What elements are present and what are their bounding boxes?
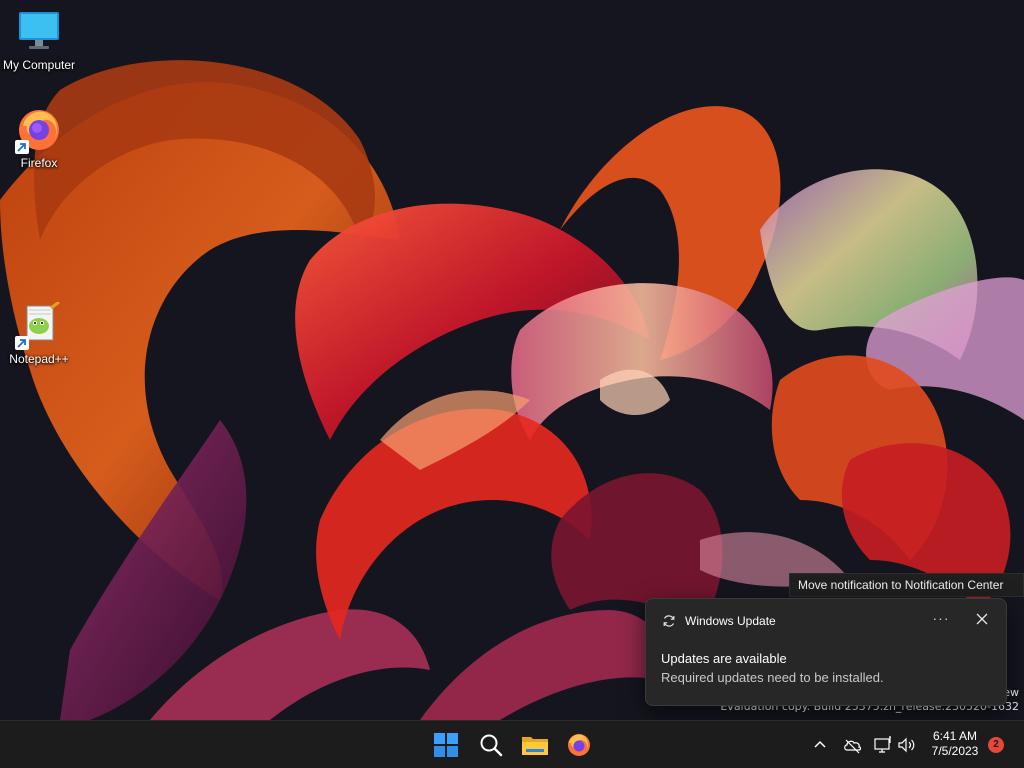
cloud-offline-icon [844,739,862,754]
onedrive-button[interactable] [841,734,863,756]
chevron-up-icon [814,740,826,748]
sync-icon [662,614,676,628]
clock[interactable]: 6:41 AM 7/5/2023 [924,729,986,759]
volume-button[interactable] [896,734,918,756]
shortcut-arrow-icon [15,140,29,154]
firefox-taskbar-button[interactable] [559,725,599,765]
close-toast-button[interactable] [971,609,993,631]
more-options-button[interactable]: ··· [929,609,953,631]
desktop-icon-label: Notepad++ [9,352,69,366]
shortcut-arrow-icon [15,336,29,350]
show-hidden-icons-button[interactable] [809,734,831,756]
taskbar: 6:41 AM 7/5/2023 2 [0,720,1024,768]
clock-time: 6:41 AM [932,729,978,743]
file-explorer-icon [522,737,548,755]
network-button[interactable] [872,734,894,756]
desktop-icon-notepadpp[interactable]: Notepad++ [1,300,77,366]
notepadpp-icon [15,300,63,350]
firefox-icon [15,106,63,154]
file-explorer-button[interactable] [515,725,555,765]
desktop-icon-firefox[interactable]: Firefox [1,106,77,170]
clock-date: 7/5/2023 [931,744,979,758]
desktop-icon-my-computer[interactable]: My Computer [1,8,77,72]
move-notification-tooltip: Move notification to Notification Center [789,573,1024,597]
network-icon [874,736,891,753]
search-icon [480,734,503,757]
notification-count-badge[interactable]: 2 [988,737,1004,753]
desktop-icon-label: My Computer [2,58,76,72]
windows-update-toast[interactable]: Windows Update ··· Updates are available… [645,598,1007,706]
search-button[interactable] [471,725,511,765]
desktop-icon-label: Firefox [20,156,58,170]
close-icon [976,613,988,625]
monitor-icon [15,8,63,56]
toast-body: Required updates need to be installed. [661,670,884,685]
toast-title: Updates are available [661,651,787,666]
toast-app-name: Windows Update [685,614,776,628]
start-button[interactable] [426,725,466,765]
firefox-icon [568,734,590,756]
volume-icon [898,737,915,753]
start-icon [434,733,458,757]
